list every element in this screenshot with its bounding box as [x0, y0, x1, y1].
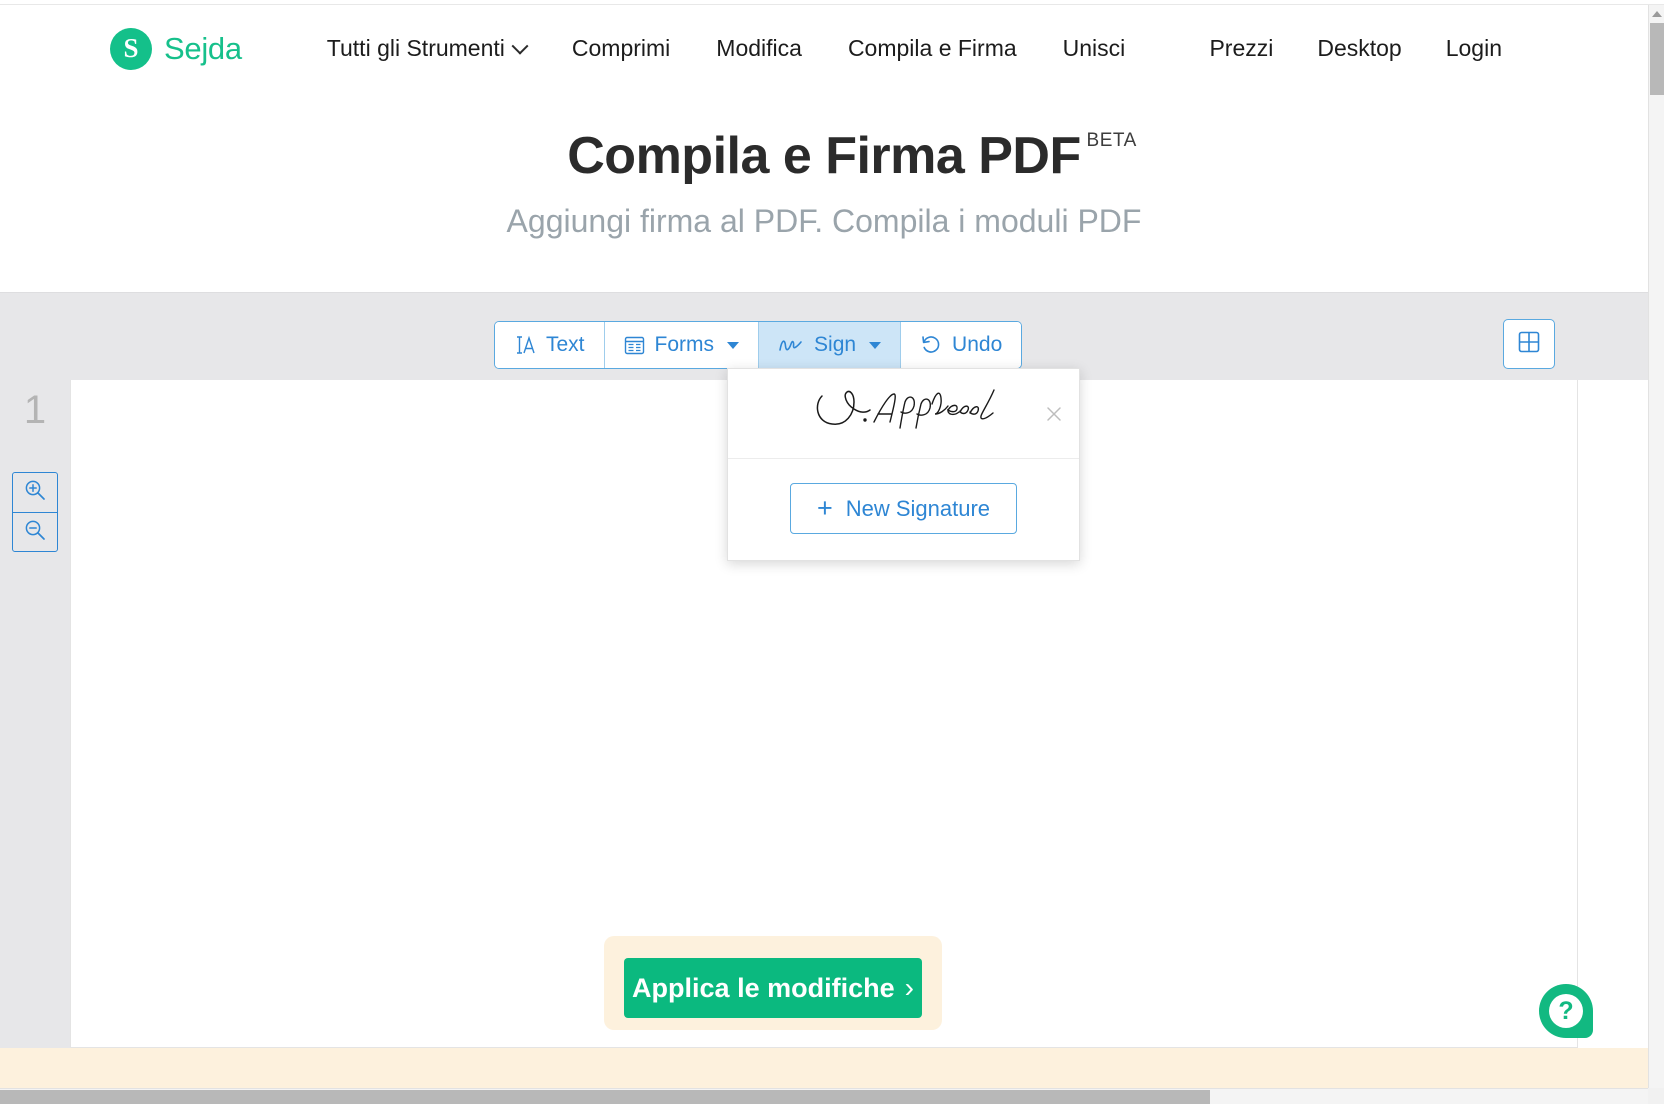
scrollbar-corner [1648, 1088, 1664, 1104]
sejda-logo-icon: S [110, 27, 152, 70]
apply-button-container: Applica le modifiche › [604, 936, 942, 1030]
secondary-nav: Prezzi Desktop Login [1187, 29, 1524, 68]
new-signature-label: New Signature [845, 495, 991, 521]
signature-dropdown-footer: + New Signature [728, 459, 1079, 560]
new-signature-button[interactable]: + New Signature [789, 483, 1018, 534]
nav-item-login[interactable]: Login [1424, 29, 1524, 68]
nav-item-tutti-gli-strumenti[interactable]: Tutti gli Strumenti [304, 29, 549, 68]
plus-icon: + [816, 493, 833, 523]
tool-button-text[interactable]: Text [495, 322, 605, 368]
apply-changes-label: Applica le modifiche [632, 972, 895, 1003]
zoom-in-icon [23, 478, 47, 507]
horizontal-scrollbar-thumb[interactable] [0, 1090, 1210, 1104]
undo-icon [920, 334, 942, 356]
chevron-down-icon [869, 341, 882, 349]
scroll-up-arrow-icon[interactable] [1649, 5, 1664, 22]
nav-item-modifica[interactable]: Modifica [693, 29, 825, 68]
app-window: S Sejda Tutti gli Strumenti Comprimi Mod… [0, 0, 1664, 1104]
zoom-out-button[interactable] [13, 512, 57, 551]
nav-item-compila-e-firma[interactable]: Compila e Firma [825, 29, 1040, 68]
signature-dropdown-panel: + New Signature [727, 368, 1080, 561]
horizontal-scrollbar[interactable] [0, 1088, 1648, 1104]
zoom-controls [12, 472, 58, 552]
nav-item-label: Tutti gli Strumenti [326, 35, 505, 61]
question-mark-icon: ? [1549, 994, 1583, 1028]
nav-item-label: Compila e Firma [847, 35, 1017, 61]
signature-icon [778, 335, 804, 355]
nav-item-desktop[interactable]: Desktop [1295, 29, 1423, 68]
nav-item-label: Modifica [716, 35, 802, 61]
page-title-text: Compila e Firma PDF [567, 127, 1081, 185]
vertical-scrollbar-thumb[interactable] [1650, 23, 1664, 95]
tool-button-label: Undo [952, 333, 1003, 356]
site-header: S Sejda Tutti gli Strumenti Comprimi Mod… [0, 5, 1648, 92]
viewer-left-rail: 1 [0, 380, 70, 1048]
saved-signature-item[interactable] [728, 369, 1079, 459]
page-title: Compila e Firma PDF BETA [567, 126, 1136, 186]
tool-button-label: Sign [814, 333, 857, 356]
page-number-label: 1 [23, 388, 47, 432]
text-cursor-icon [514, 334, 536, 356]
apply-bottom-band [0, 1048, 1648, 1088]
nav-item-prezzi[interactable]: Prezzi [1187, 29, 1295, 68]
form-icon [624, 335, 645, 356]
brand-logo[interactable]: S Sejda [110, 27, 242, 70]
nav-item-label: Login [1445, 35, 1502, 61]
close-icon[interactable] [1041, 401, 1067, 427]
tool-button-label: Text [546, 333, 585, 356]
help-button[interactable]: ? [1539, 984, 1593, 1038]
nav-item-label: Unisci [1062, 35, 1126, 61]
nav-item-unisci[interactable]: Unisci [1040, 29, 1149, 68]
tool-button-forms[interactable]: Forms [604, 322, 760, 368]
zoom-in-button[interactable] [13, 473, 57, 512]
chevron-down-icon [727, 341, 740, 349]
zoom-out-icon [23, 518, 47, 547]
nav-item-label: Prezzi [1209, 35, 1274, 61]
nav-item-comprimi[interactable]: Comprimi [549, 29, 693, 68]
nav-item-label: Desktop [1317, 35, 1402, 61]
page-thumbnails-button[interactable] [1503, 319, 1555, 369]
tool-button-label: Forms [654, 333, 715, 356]
editor-toolbar-group: Text Forms Sign Undo [494, 321, 1023, 369]
vertical-scrollbar[interactable] [1648, 5, 1664, 1104]
editor-toolbar-bar: Text Forms Sign Undo [0, 292, 1648, 380]
page-subtitle: Aggiungi firma al PDF. Compila i moduli … [506, 203, 1142, 239]
brand-name: Sejda [164, 30, 242, 66]
tool-button-sign[interactable]: Sign [759, 322, 902, 368]
hero-section: Compila e Firma PDF BETA Aggiungi firma … [0, 92, 1648, 292]
chevron-right-icon: › [904, 972, 914, 1003]
nav-item-label: Comprimi [571, 35, 671, 61]
tool-button-undo[interactable]: Undo [901, 322, 1022, 368]
chevron-down-icon [511, 37, 529, 55]
beta-badge: BETA [1086, 130, 1137, 151]
primary-nav: Tutti gli Strumenti Comprimi Modifica Co… [304, 29, 1148, 68]
signature-preview [804, 380, 1004, 447]
grid-icon [1517, 330, 1541, 359]
apply-changes-button[interactable]: Applica le modifiche › [624, 958, 922, 1018]
